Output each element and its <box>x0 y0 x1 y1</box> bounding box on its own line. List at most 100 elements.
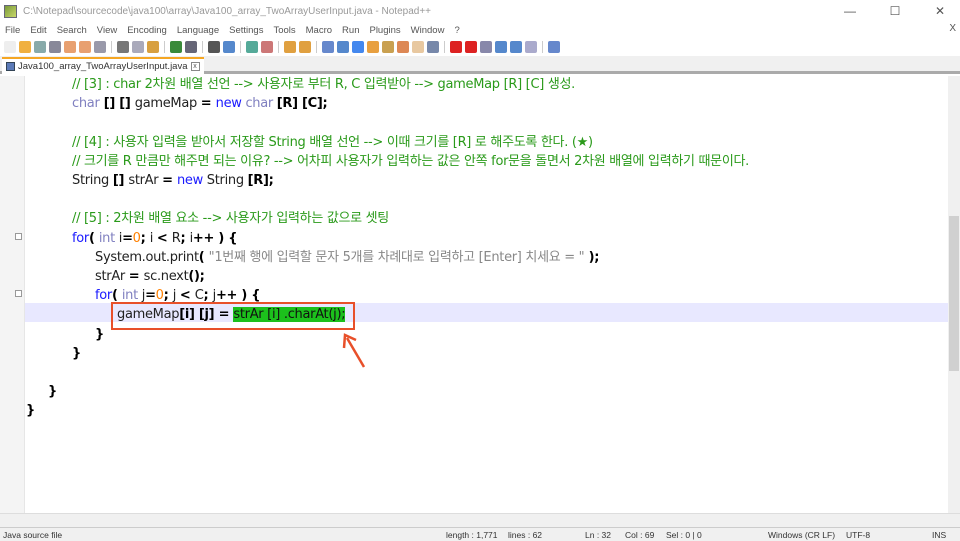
menu-edit[interactable]: Edit <box>25 25 51 36</box>
code-token: ; <box>203 288 213 304</box>
toolbar-button-icon[interactable] <box>352 41 364 53</box>
code-token: strAr <box>95 269 129 284</box>
code-token: = <box>128 269 144 284</box>
toolbar-button-icon[interactable] <box>94 41 106 53</box>
maximize-button[interactable]: ☐ <box>875 0 915 22</box>
toolbar-separator <box>316 41 317 53</box>
tab-close-icon[interactable]: x <box>190 62 200 71</box>
code-token: i <box>149 230 157 246</box>
menu-plugins[interactable]: Plugins <box>364 25 405 36</box>
code-token: for <box>95 288 112 304</box>
toolbar-button-icon[interactable] <box>337 41 349 53</box>
code-line: for( int i=0; i < R; i++ ) { <box>72 229 237 248</box>
toolbar-button-icon[interactable] <box>548 41 560 53</box>
toolbar-button-icon[interactable] <box>117 41 129 53</box>
code-token: // [4] : 사용자 입력을 받아서 저장할 String 배열 선언 --… <box>72 134 593 150</box>
menu-help[interactable]: ? <box>449 25 464 36</box>
toolbar-button-icon[interactable] <box>185 41 197 53</box>
save-icon <box>6 62 15 71</box>
menu-settings[interactable]: Settings <box>224 25 268 36</box>
toolbar-button-icon[interactable] <box>480 41 492 53</box>
toolbar-button-icon[interactable] <box>382 41 394 53</box>
code-token: 0 <box>155 288 164 304</box>
code-line: // [3] : char 2차원 배열 선언 --> 사용자로 부터 R, C… <box>72 75 575 94</box>
toolbar-button-icon[interactable] <box>4 41 16 53</box>
status-file-type: Java source file <box>3 530 63 540</box>
menu-language[interactable]: Language <box>172 25 224 36</box>
toolbar-button-icon[interactable] <box>412 41 424 53</box>
toolbar-button-icon[interactable] <box>19 41 31 53</box>
tab-label: Java100_array_TwoArrayUserInput.java <box>18 61 188 72</box>
code-token: char <box>72 96 100 112</box>
toolbar-button-icon[interactable] <box>510 41 522 53</box>
menu-macro[interactable]: Macro <box>301 25 337 36</box>
toolbar-button-icon[interactable] <box>299 41 311 53</box>
horizontal-scrollbar[interactable] <box>0 513 960 527</box>
vertical-scrollbar[interactable] <box>948 76 960 513</box>
code-token: ++ ) { <box>215 288 261 304</box>
toolbar-button-icon[interactable] <box>170 41 182 53</box>
toolbar-button-icon[interactable] <box>525 41 537 53</box>
menu-window[interactable]: Window <box>406 25 450 36</box>
code-token: (); <box>188 269 205 284</box>
toolbar-button-icon[interactable] <box>147 41 159 53</box>
toolbar-separator <box>444 41 445 53</box>
toolbar-button-icon[interactable] <box>495 41 507 53</box>
fold-icon[interactable] <box>15 233 22 240</box>
code-line: System.out.print( "1번째 행에 입력할 문자 5개를 차례대… <box>95 248 599 267</box>
minimize-button[interactable]: — <box>830 0 870 22</box>
close-document-button[interactable]: X <box>949 23 956 34</box>
toolbar-button-icon[interactable] <box>427 41 439 53</box>
toolbar-button-icon[interactable] <box>79 41 91 53</box>
toolbar-button-icon[interactable] <box>450 41 462 53</box>
menu-encoding[interactable]: Encoding <box>122 25 172 36</box>
code-token: ( <box>88 230 99 246</box>
toolbar-button-icon[interactable] <box>322 41 334 53</box>
toolbar-button-icon[interactable] <box>397 41 409 53</box>
toolbar-button-icon[interactable] <box>223 41 235 53</box>
code-token: // [5] : 2차원 배열 요소 --> 사용자가 입력하는 값으로 셋팅 <box>72 211 389 227</box>
toolbar-button-icon[interactable] <box>208 41 220 53</box>
status-sel: Sel : 0 | 0 <box>666 530 702 540</box>
toolbar-button-icon[interactable] <box>284 41 296 53</box>
code-token: [] <box>112 173 129 188</box>
toolbar-button-icon[interactable] <box>34 41 46 53</box>
toolbar-button-icon[interactable] <box>64 41 76 53</box>
close-button[interactable]: ✕ <box>920 0 960 22</box>
code-token: ; <box>180 230 190 246</box>
status-encoding: UTF-8 <box>846 530 871 540</box>
code-token: for <box>72 230 89 246</box>
code-token: gameMap <box>134 96 201 112</box>
code-token: = <box>200 96 216 112</box>
menu-tools[interactable]: Tools <box>268 25 300 36</box>
toolbar-button-icon[interactable] <box>49 41 61 53</box>
menu-run[interactable]: Run <box>337 25 364 36</box>
code-editor[interactable]: // [3] : char 2차원 배열 선언 --> 사용자로 부터 R, C… <box>0 76 948 513</box>
code-token: } <box>95 326 104 342</box>
code-token: "1번째 행에 입력할 문자 5개를 차례대로 입력하고 [Enter] 치세요… <box>208 249 585 265</box>
toolbar-button-icon[interactable] <box>246 41 258 53</box>
code-token: 0 <box>132 230 141 246</box>
scroll-thumb[interactable] <box>949 216 959 371</box>
menu-file[interactable]: File <box>0 25 25 36</box>
code-token: System.out.print <box>95 249 199 265</box>
fold-icon[interactable] <box>15 290 22 297</box>
title-bar: C:\Notepad\sourcecode\java100\array\Java… <box>0 0 960 22</box>
code-token: ; <box>140 230 150 246</box>
window-title: C:\Notepad\sourcecode\java100\array\Java… <box>23 5 432 17</box>
code-token: } <box>26 403 35 419</box>
status-lines: lines : 62 <box>508 530 543 540</box>
menu-view[interactable]: View <box>92 25 122 36</box>
tab-active-file[interactable]: Java100_array_TwoArrayUserInput.java x <box>2 57 204 74</box>
code-token: String <box>72 173 113 188</box>
code-token: int <box>121 288 142 304</box>
toolbar-button-icon[interactable] <box>465 41 477 53</box>
toolbar-button-icon[interactable] <box>367 41 379 53</box>
code-token: char <box>245 96 277 112</box>
code-token: ( <box>198 249 209 265</box>
menu-search[interactable]: Search <box>52 25 92 36</box>
status-length: length : 1,771 <box>446 530 498 540</box>
code-token: [] [] <box>99 96 135 112</box>
toolbar-button-icon[interactable] <box>261 41 273 53</box>
toolbar-button-icon[interactable] <box>132 41 144 53</box>
